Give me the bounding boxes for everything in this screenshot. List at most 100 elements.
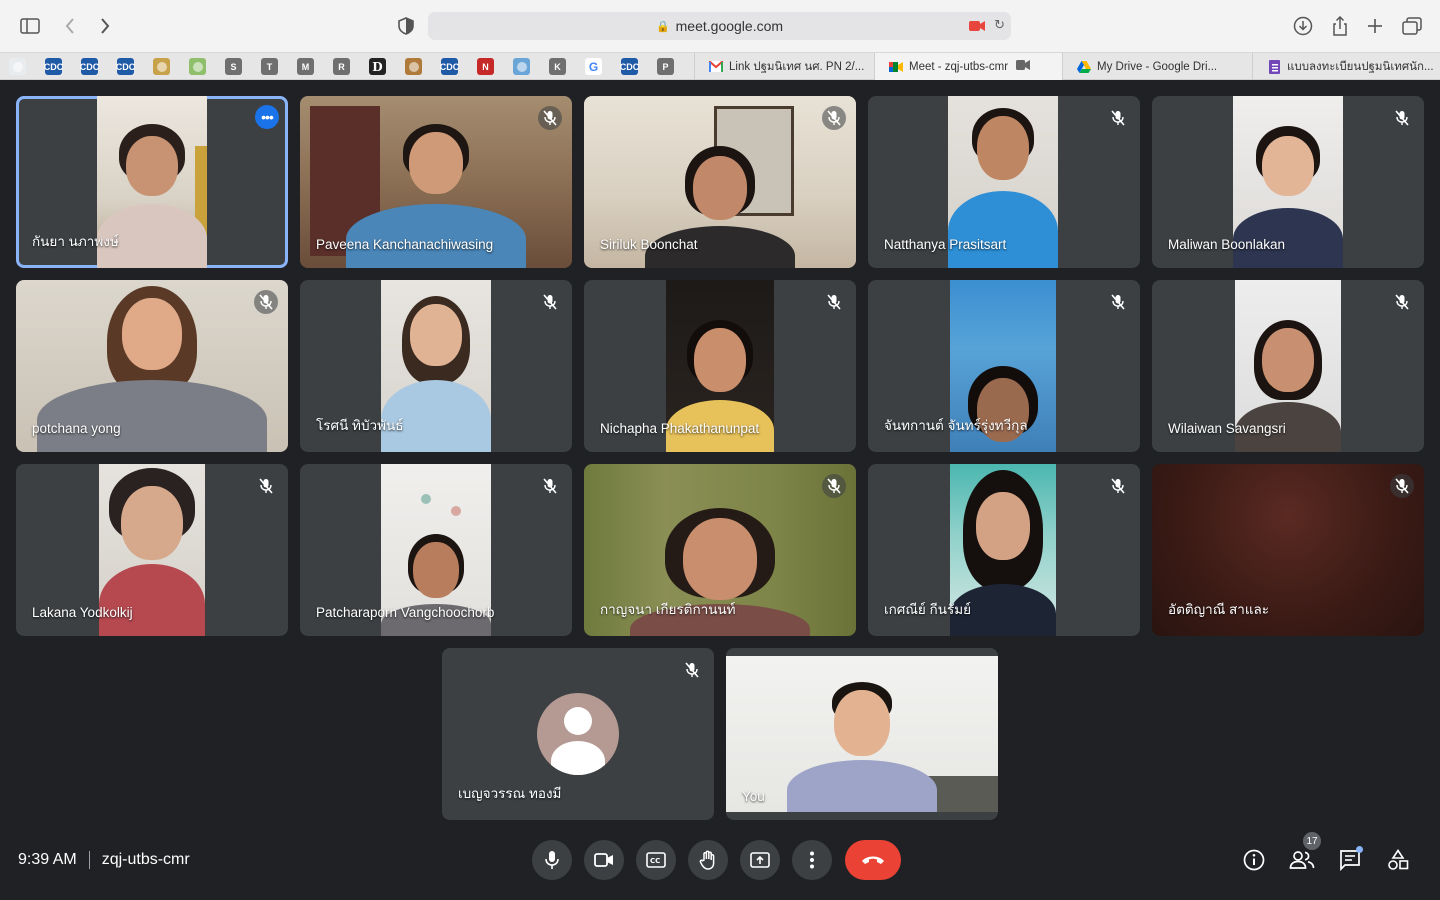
participant-name: Lakana Yodkolkij xyxy=(32,605,133,620)
shield-icon[interactable] xyxy=(394,14,418,38)
more-options-button[interactable] xyxy=(792,840,832,880)
pinned-tab-t[interactable]: T xyxy=(261,58,278,75)
participant-tile[interactable]: กาญจนา เกียรติกานนท์ xyxy=(584,464,856,636)
self-video xyxy=(726,656,998,812)
raise-hand-button[interactable] xyxy=(688,840,728,880)
participant-name: เบญจวรรณ ทองมี xyxy=(458,786,562,801)
heart-icon[interactable] xyxy=(9,58,26,75)
mic-off-icon xyxy=(1390,290,1414,314)
microphone-icon xyxy=(545,851,559,869)
heart-icon-glyph xyxy=(12,61,23,72)
participant-tile[interactable]: Wilaiwan Savangsri xyxy=(1152,280,1424,452)
seal-icon[interactable] xyxy=(153,58,170,75)
download-icon[interactable] xyxy=(1291,14,1315,38)
meeting-details: 9:39 AM zqj-utbs-cmr xyxy=(18,851,190,869)
mic-off-icon xyxy=(1106,106,1130,130)
participant-tile[interactable]: Paveena Kanchanachiwasing xyxy=(300,96,572,268)
present-screen-button[interactable] xyxy=(740,840,780,880)
participant-name: โรศนี ทิบัวพันธ์ xyxy=(316,418,404,433)
meet-icon xyxy=(889,60,903,74)
tab-meet[interactable]: Meet - zqj-utbs-cmr xyxy=(874,53,1062,80)
pinned-tab-g[interactable]: G xyxy=(585,58,602,75)
camera-button[interactable] xyxy=(584,840,624,880)
captions-icon: CC xyxy=(646,852,666,868)
participant-tile[interactable]: เบญจวรรณ ทองมี xyxy=(442,648,714,820)
mic-off-icon xyxy=(1390,106,1414,130)
participant-tile[interactable]: potchana yong xyxy=(16,280,288,452)
un-icon-glyph xyxy=(516,61,527,72)
pinned-tab-cdc[interactable]: CDC xyxy=(116,58,135,75)
captions-button[interactable]: CC xyxy=(636,840,676,880)
meeting-time: 9:39 AM xyxy=(18,851,77,868)
people-button[interactable] xyxy=(1288,846,1316,874)
participant-name: Siriluk Boonchat xyxy=(600,237,698,252)
pinned-tab-cdc[interactable]: CDC xyxy=(620,58,639,75)
participant-tile[interactable]: Patcharaporn Vangchoochorb xyxy=(300,464,572,636)
participant-tile[interactable]: Lakana Yodkolkij xyxy=(16,464,288,636)
meeting-info-button[interactable] xyxy=(1240,846,1268,874)
back-icon[interactable] xyxy=(58,14,82,38)
crest-icon[interactable] xyxy=(405,58,422,75)
camera-icon xyxy=(594,853,613,867)
new-tab-icon[interactable] xyxy=(1363,14,1387,38)
present-icon xyxy=(750,852,770,868)
tab-overview-icon[interactable] xyxy=(1400,14,1424,38)
mic-off-icon xyxy=(1390,474,1414,498)
activities-button[interactable] xyxy=(1384,846,1412,874)
divider xyxy=(88,851,90,869)
self-name: You xyxy=(742,789,765,804)
pinned-tab-p[interactable]: P xyxy=(657,58,674,75)
participant-tile[interactable]: เกศณีย์ กีนรัมย์ xyxy=(868,464,1140,636)
tab-google-drive[interactable]: My Drive - Google Dri... xyxy=(1062,53,1252,80)
participant-name: จันทกานต์ จันทร์รุ่งทวีกุล xyxy=(884,418,1028,433)
info-icon xyxy=(1243,849,1265,871)
pinned-tab-r[interactable]: R xyxy=(333,58,350,75)
address-bar[interactable]: 🔒 meet.google.com ↻ xyxy=(428,12,1011,40)
mic-off-icon xyxy=(680,658,704,682)
self-view-tile[interactable]: You xyxy=(726,648,998,820)
camera-recording-icon xyxy=(1016,60,1031,73)
pinned-tab-cdc[interactable]: CDC xyxy=(44,58,63,75)
participant-tile[interactable]: Nichapha Phakathanunpat xyxy=(584,280,856,452)
meeting-controls-bar: 9:39 AM zqj-utbs-cmr CC 17 xyxy=(0,828,1440,900)
gmail-icon xyxy=(709,60,723,74)
pinned-tab-cdc[interactable]: CDC xyxy=(80,58,99,75)
pinned-tab-k[interactable]: K xyxy=(549,58,566,75)
lock-icon: 🔒 xyxy=(655,20,670,33)
leave-call-button[interactable] xyxy=(845,840,901,880)
reload-icon[interactable]: ↻ xyxy=(994,17,1005,33)
pinned-tab-m[interactable]: M xyxy=(297,58,314,75)
globe-icon-glyph xyxy=(192,61,203,72)
pinned-tab-n[interactable]: N xyxy=(477,58,494,75)
un-icon[interactable] xyxy=(513,58,530,75)
mic-off-icon xyxy=(1106,290,1130,314)
pinned-tab-cdc[interactable]: CDC xyxy=(440,58,459,75)
globe-icon[interactable] xyxy=(189,58,206,75)
microphone-button[interactable] xyxy=(532,840,572,880)
participant-tile[interactable]: โรศนี ทิบัวพันธ์ xyxy=(300,280,572,452)
participant-name: อัตติญาณี สาและ xyxy=(1168,602,1270,617)
participant-tile[interactable]: Siriluk Boonchat xyxy=(584,96,856,268)
participant-name: Paveena Kanchanachiwasing xyxy=(316,237,494,252)
sidebar-toggle-icon[interactable] xyxy=(18,14,42,38)
participant-tile[interactable]: Natthanya Prasitsart xyxy=(868,96,1140,268)
camera-in-use-icon[interactable] xyxy=(969,19,985,35)
mic-off-icon xyxy=(538,290,562,314)
participant-tile[interactable]: จันทกานต์ จันทร์รุ่งทวีกุล xyxy=(868,280,1140,452)
participant-count-badge: 17 xyxy=(1303,832,1321,850)
pinned-tab-s[interactable]: S xyxy=(225,58,242,75)
forward-icon[interactable] xyxy=(93,14,117,38)
mic-off-icon xyxy=(1106,474,1130,498)
mic-off-icon xyxy=(822,290,846,314)
crest-icon-glyph xyxy=(408,61,419,72)
pinned-tab-d[interactable]: D xyxy=(369,58,386,75)
participant-tile[interactable]: อัตติญาณี สาและ xyxy=(1152,464,1424,636)
participant-tile[interactable]: ••• กันยา นภาพงษ์ xyxy=(16,96,288,268)
tab-google-forms[interactable]: แบบลงทะเบียนปฐมนิเทศนัก... xyxy=(1252,53,1440,80)
more-options-icon[interactable]: ••• xyxy=(255,105,279,129)
mic-off-icon xyxy=(254,290,278,314)
tab-gmail[interactable]: Link ปฐมนิเทศ นศ. PN 2/... xyxy=(694,53,874,80)
drive-icon xyxy=(1077,60,1091,74)
share-icon[interactable] xyxy=(1328,14,1352,38)
participant-tile[interactable]: Maliwan Boonlakan xyxy=(1152,96,1424,268)
